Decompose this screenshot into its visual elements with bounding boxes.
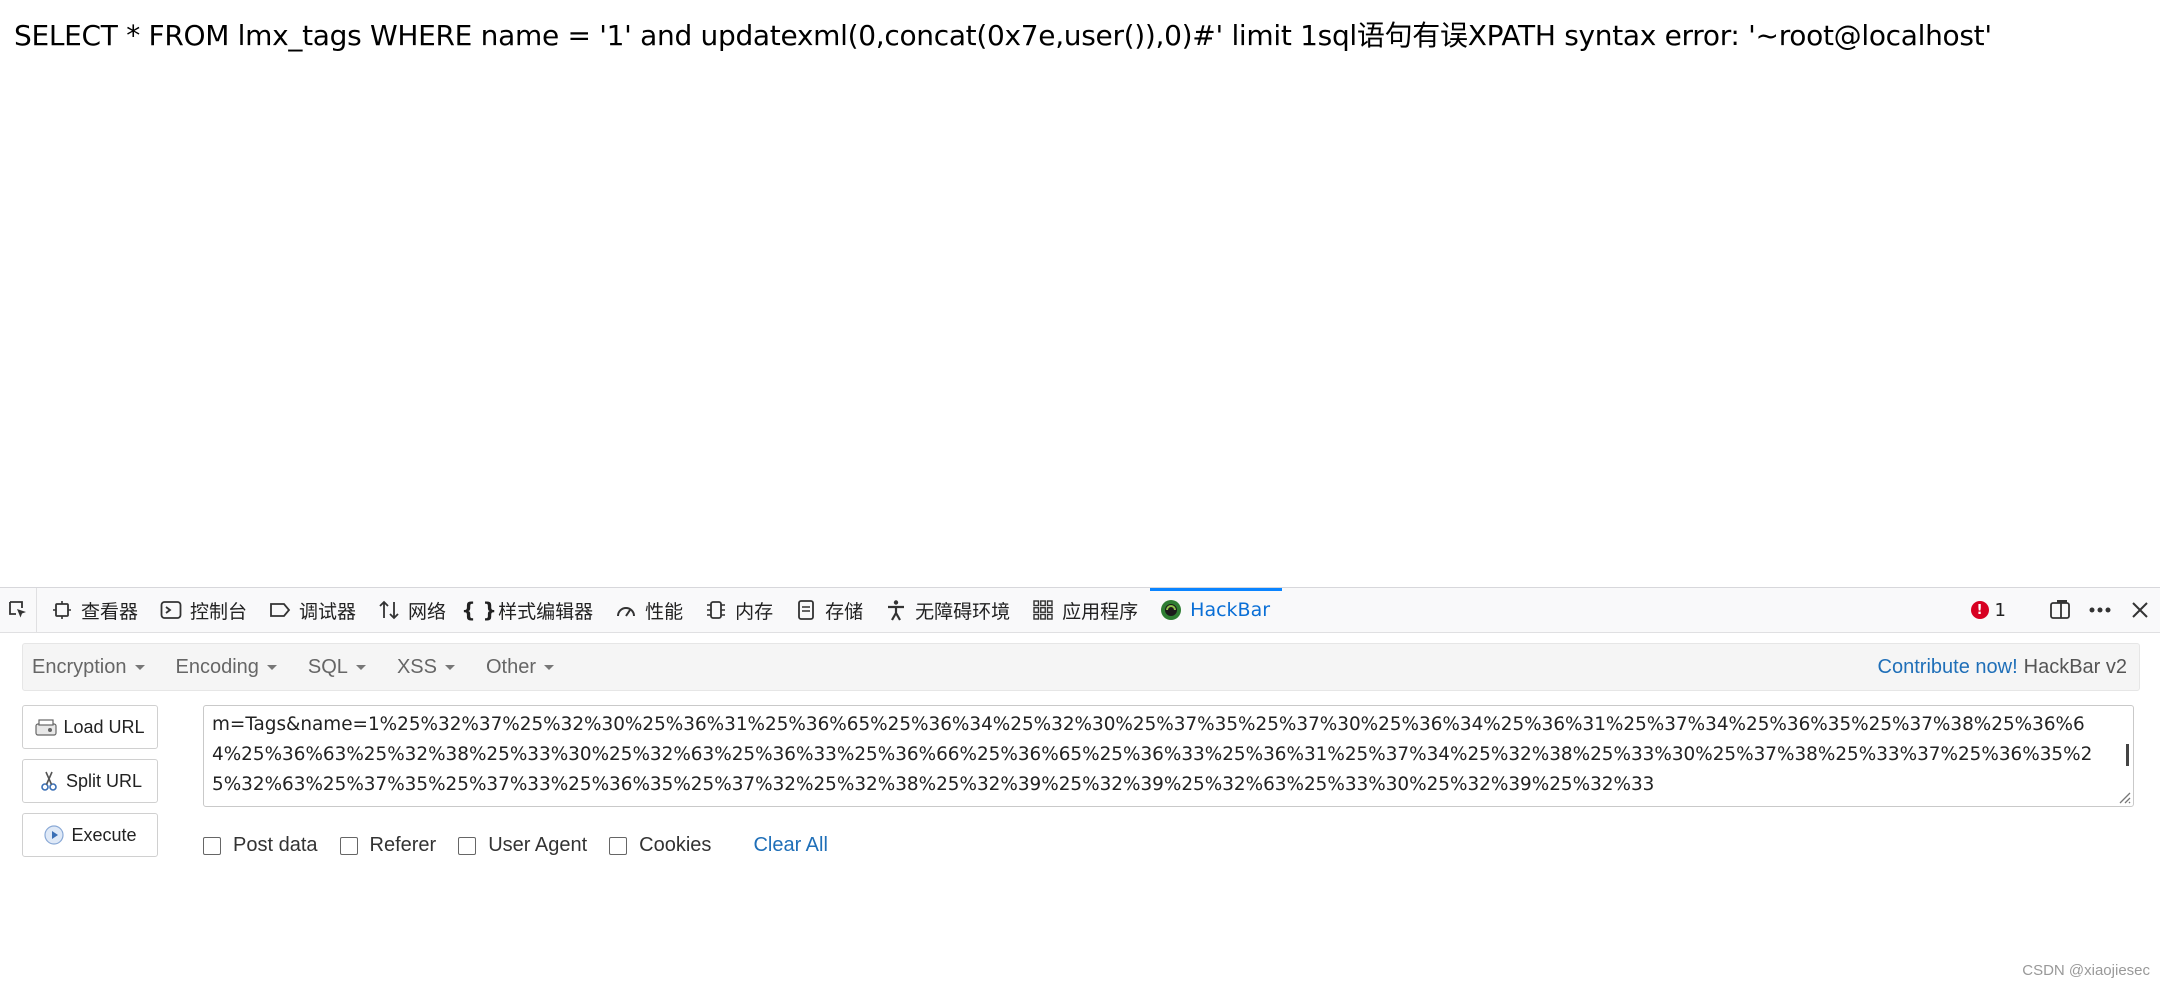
tab-label: 内存 <box>735 600 774 623</box>
tab-label: 样式编辑器 <box>498 600 594 623</box>
referer-checkbox[interactable] <box>339 836 358 855</box>
menu-other[interactable]: Other <box>486 656 554 679</box>
error-count-badge[interactable]: ! 1 <box>1970 599 2006 621</box>
caret-down-icon <box>266 664 277 670</box>
referer-option[interactable]: Referer <box>339 834 436 857</box>
scissors-icon <box>38 770 60 792</box>
split-url-button[interactable]: Split URL <box>22 759 158 803</box>
clear-all-link[interactable]: Clear All <box>753 834 827 857</box>
post-data-checkbox[interactable] <box>203 836 221 855</box>
tab-label: 网络 <box>408 600 447 623</box>
inspector-icon <box>51 599 73 621</box>
post-data-option[interactable]: Post data <box>203 834 318 857</box>
ellipsis-icon <box>2089 607 2111 613</box>
tab-memory[interactable]: 内存 <box>705 588 785 632</box>
hackbar-version: HackBar v2 <box>2023 655 2127 678</box>
braces-icon: { } <box>461 598 497 622</box>
tab-performance[interactable]: 性能 <box>615 588 695 632</box>
accessibility-icon <box>885 599 907 621</box>
menu-encryption[interactable]: Encryption <box>32 656 145 679</box>
contribute-link[interactable]: Contribute now! <box>1878 656 2018 679</box>
close-devtools-button[interactable] <box>2120 588 2160 632</box>
request-options: Post data Referer User Agent Cookies Cle… <box>203 834 828 857</box>
menu-sql[interactable]: SQL <box>308 656 366 679</box>
watermark: CSDN @xiaojiesec <box>2022 962 2150 979</box>
tab-label: 查看器 <box>81 600 139 623</box>
memory-chip-icon <box>705 599 727 621</box>
load-url-button[interactable]: Load URL <box>22 705 158 749</box>
tab-label: 存储 <box>825 600 864 623</box>
tab-label: 性能 <box>645 600 684 623</box>
resize-handle-icon[interactable] <box>2115 788 2131 804</box>
play-icon <box>43 824 65 846</box>
tab-console[interactable]: 控制台 <box>160 588 259 632</box>
cookies-option[interactable]: Cookies <box>609 834 711 857</box>
tab-application[interactable]: 应用程序 <box>1032 588 1150 632</box>
tab-inspector[interactable]: 查看器 <box>51 588 150 632</box>
tab-label: HackBar <box>1190 599 1271 621</box>
caret-down-icon <box>544 664 554 670</box>
dock-side-icon <box>2050 600 2070 619</box>
network-icon <box>378 599 400 621</box>
url-text: m=Tags&name=1%25%32%37%25%32%30%25%36%31… <box>212 714 2093 795</box>
grid-icon <box>1032 599 1054 621</box>
menu-xss[interactable]: XSS <box>397 656 455 679</box>
more-options-button[interactable] <box>2080 588 2120 632</box>
close-icon <box>2132 602 2148 618</box>
tab-debugger[interactable]: 调试器 <box>269 588 368 632</box>
caret-down-icon <box>134 664 145 670</box>
dock-toggle-button[interactable] <box>2040 588 2080 632</box>
cookies-checkbox[interactable] <box>609 836 628 855</box>
execute-button[interactable]: Execute <box>22 813 158 857</box>
tab-storage[interactable]: 存储 <box>795 588 875 632</box>
tab-label: 应用程序 <box>1062 600 1139 623</box>
element-picker-icon <box>9 601 26 618</box>
debugger-icon <box>269 599 291 621</box>
menu-encoding[interactable]: Encoding <box>176 656 277 679</box>
storage-icon <box>795 599 817 621</box>
page-output-text: SELECT * FROM lmx_tags WHERE name = '1' … <box>14 19 1992 52</box>
caret-down-icon <box>444 664 455 670</box>
devtools-tabbar: 查看器 控制台 调试器 网络 { } 样式编辑器 性能 内存 存储 无障碍环境 … <box>0 588 2160 633</box>
user-agent-checkbox[interactable] <box>458 836 477 855</box>
tab-label: 无障碍环境 <box>915 600 1011 623</box>
url-textarea[interactable]: m=Tags&name=1%25%32%37%25%32%30%25%36%31… <box>203 705 2134 807</box>
tab-accessibility[interactable]: 无障碍环境 <box>885 588 1022 632</box>
user-agent-option[interactable]: User Agent <box>458 834 587 857</box>
error-icon: ! <box>1970 601 1989 619</box>
load-url-icon <box>35 716 58 738</box>
devtools-panel: 查看器 控制台 调试器 网络 { } 样式编辑器 性能 内存 存储 无障碍环境 … <box>0 587 2160 989</box>
hackbar-menubar: Encryption Encoding SQL XSS Other Contri… <box>22 643 2140 691</box>
tab-label: 调试器 <box>299 600 357 623</box>
error-count: 1 <box>1994 599 2006 621</box>
gauge-icon <box>615 599 637 621</box>
tab-style-editor[interactable]: { } 样式编辑器 <box>461 588 605 632</box>
element-picker-button[interactable] <box>0 588 37 632</box>
textarea-scrollbar[interactable] <box>2126 744 2129 766</box>
hackbar-actions: Load URL Split URL Execute <box>22 705 158 867</box>
tab-hackbar[interactable]: HackBar <box>1150 588 1282 632</box>
tab-network[interactable]: 网络 <box>378 588 458 632</box>
console-icon <box>160 599 182 621</box>
tab-label: 控制台 <box>190 600 248 623</box>
caret-down-icon <box>355 664 366 670</box>
hackbar-logo-icon <box>1160 599 1182 621</box>
